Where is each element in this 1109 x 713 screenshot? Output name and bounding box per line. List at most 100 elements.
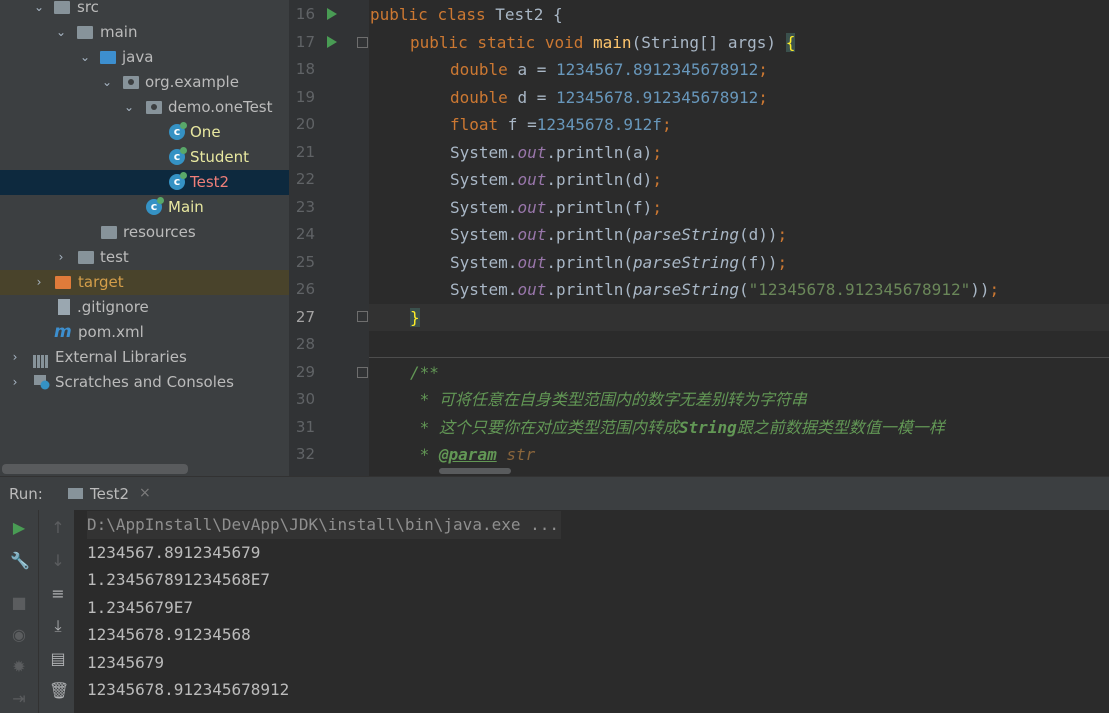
code-line-24: System.out.println(parseString(d)); xyxy=(450,225,788,244)
tree-item-resources[interactable]: resources xyxy=(0,220,289,245)
run-class-icon[interactable] xyxy=(327,8,337,20)
console-line: 12345678.912345678912 xyxy=(87,680,290,699)
tree-item-org-example[interactable]: ⌄ org.example xyxy=(0,70,289,95)
line-number: 26 xyxy=(295,280,315,298)
line-number: 19 xyxy=(295,87,315,106)
play-icon[interactable]: ▶ xyxy=(10,519,28,537)
line-number: 22 xyxy=(295,170,315,188)
code-line-27: } xyxy=(410,307,420,327)
tree-item-main-class[interactable]: c Main xyxy=(0,195,289,220)
tree-item-gitignore[interactable]: .gitignore xyxy=(0,295,289,320)
print-icon[interactable]: ▤ xyxy=(49,650,67,668)
line-number: 31 xyxy=(295,417,315,436)
tree-item-pom-xml[interactable]: m pom.xml xyxy=(0,320,289,345)
java-class-icon: c xyxy=(169,122,187,140)
tree-item-java[interactable]: ⌄ java xyxy=(0,45,289,70)
chevron-right-icon[interactable]: › xyxy=(9,345,21,370)
line-number: 29 xyxy=(295,362,315,381)
code-line-20: float f =12345678.912f; xyxy=(450,115,672,134)
line-number: 21 xyxy=(295,142,315,161)
package-icon xyxy=(123,76,139,89)
excluded-folder-icon xyxy=(55,276,71,289)
code-line-26: System.out.println(parseString("12345678… xyxy=(450,280,1000,299)
code-line-30: * 可将任意在自身类型范围内的数字无差别转为字符串 xyxy=(410,390,807,409)
tree-item-external-libraries[interactable]: › External Libraries xyxy=(0,345,289,370)
code-line-21: System.out.println(a); xyxy=(450,142,662,162)
folder-icon xyxy=(54,1,70,14)
tree-item-student[interactable]: c Student xyxy=(0,145,289,170)
line-number: 30 xyxy=(295,390,315,408)
run-main-icon[interactable] xyxy=(327,36,337,48)
editor-horizontal-scrollbar[interactable] xyxy=(369,468,1109,476)
horizontal-scrollbar[interactable] xyxy=(2,464,188,474)
resources-folder-icon xyxy=(101,226,117,239)
chevron-down-icon[interactable]: ⌄ xyxy=(101,70,113,95)
line-number: 32 xyxy=(295,445,315,463)
scrollbar-thumb[interactable] xyxy=(439,468,511,474)
code-line-23: System.out.println(f); xyxy=(450,197,662,217)
code-line-25: System.out.println(parseString(f)); xyxy=(450,252,788,272)
code-line-17: public static void main(String[] args) { xyxy=(410,32,796,52)
run-toolbar: ▶ 🔧 ■ ◉ ✹ ⇥ xyxy=(0,510,38,713)
tree-item-one[interactable]: c One xyxy=(0,120,289,145)
bug-icon[interactable]: ✹ xyxy=(10,658,28,676)
scroll-to-end-icon[interactable]: ⤓ xyxy=(49,617,67,635)
run-panel-header: Run: Test2 × xyxy=(0,476,1109,511)
fold-icon[interactable] xyxy=(357,311,368,322)
fold-icon[interactable] xyxy=(357,37,368,48)
line-number: 18 xyxy=(295,60,315,78)
line-number: 16 xyxy=(295,5,315,23)
chevron-down-icon[interactable]: ⌄ xyxy=(33,0,45,20)
run-label: Run: xyxy=(9,485,43,503)
project-tree: ⌄ src ⌄ main ⌄ java ⌄ org.example ⌄ demo… xyxy=(0,0,289,476)
soft-wrap-icon[interactable]: ≡ xyxy=(49,585,67,603)
tree-item-demo-onetest[interactable]: ⌄ demo.oneTest xyxy=(0,95,289,120)
tree-item-main[interactable]: ⌄ main xyxy=(0,20,289,45)
folder-icon xyxy=(77,26,93,39)
code-line-16: public class Test2 { xyxy=(370,5,563,24)
arrow-down-icon[interactable]: ↓ xyxy=(49,552,67,570)
chevron-down-icon[interactable]: ⌄ xyxy=(55,20,67,45)
package-icon xyxy=(146,101,162,114)
maven-icon: m xyxy=(54,322,72,342)
chevron-down-icon[interactable]: ⌄ xyxy=(123,95,135,120)
source-folder-icon xyxy=(100,51,116,64)
line-number-current: 27 xyxy=(295,307,315,326)
line-number: 24 xyxy=(295,225,315,243)
console-line: 1.2345679E7 xyxy=(87,597,193,617)
camera-icon[interactable]: ◉ xyxy=(10,626,28,644)
fold-icon[interactable] xyxy=(357,367,368,378)
chevron-right-icon[interactable]: › xyxy=(33,270,45,295)
code-line-29: /** xyxy=(410,362,439,382)
console-output[interactable]: D:\AppInstall\DevApp\JDK\install\bin\jav… xyxy=(74,510,1109,713)
chevron-right-icon[interactable]: › xyxy=(55,245,67,270)
trash-icon[interactable]: 🗑 xyxy=(49,682,69,700)
arrow-up-icon[interactable]: ↑ xyxy=(49,519,67,537)
console-line: 1.234567891234568E7 xyxy=(87,570,271,589)
stop-icon[interactable]: ■ xyxy=(10,594,28,612)
chevron-down-icon[interactable]: ⌄ xyxy=(79,45,91,70)
line-number: 28 xyxy=(295,335,315,353)
tree-item-test[interactable]: › test xyxy=(0,245,289,270)
login-icon[interactable]: ⇥ xyxy=(10,690,28,708)
run-tab-test2[interactable]: Test2 × xyxy=(62,477,151,511)
close-icon[interactable]: × xyxy=(139,485,151,501)
code-line-32: * @param str xyxy=(410,445,536,464)
folder-icon xyxy=(78,251,94,264)
chevron-right-icon[interactable]: › xyxy=(9,370,21,395)
tree-item-test2[interactable]: c Test2 xyxy=(0,170,289,195)
java-class-icon: c xyxy=(169,147,187,165)
console-command-line: D:\AppInstall\DevApp\JDK\install\bin\jav… xyxy=(87,511,562,539)
tree-item-scratches[interactable]: › Scratches and Consoles xyxy=(0,370,289,395)
console-line: 12345678.91234568 xyxy=(87,625,251,644)
wrench-icon[interactable]: 🔧 xyxy=(10,552,30,570)
line-number: 20 xyxy=(295,115,315,133)
libraries-icon xyxy=(33,351,51,368)
java-class-icon: c xyxy=(146,197,164,215)
code-line-22: System.out.println(d); xyxy=(450,170,662,189)
java-class-icon: c xyxy=(169,172,187,190)
code-editor[interactable]: public class Test2 { public static void … xyxy=(369,0,1109,476)
tree-item-target[interactable]: › target xyxy=(0,270,289,295)
tree-item-src[interactable]: ⌄ src xyxy=(0,0,289,20)
code-line-18: double a = 1234567.8912345678912; xyxy=(450,60,768,79)
